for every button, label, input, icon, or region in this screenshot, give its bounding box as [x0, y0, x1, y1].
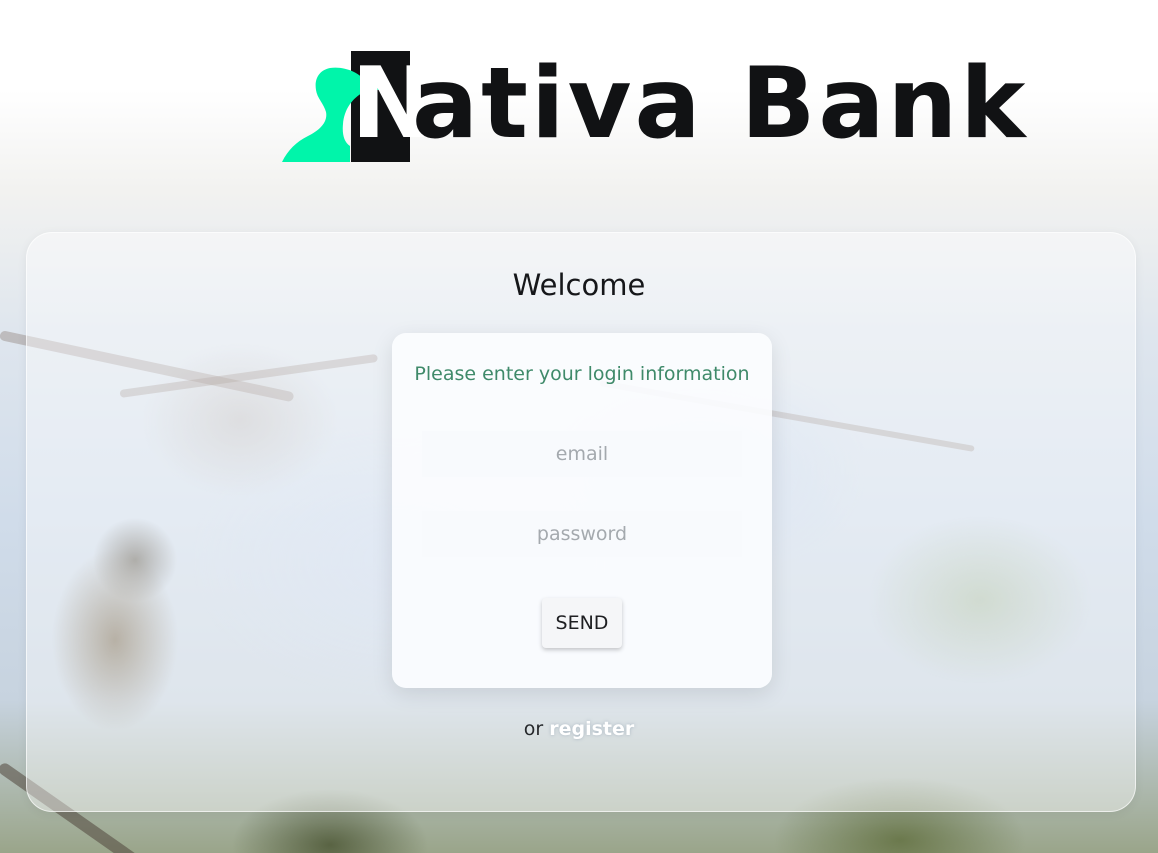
email-field[interactable] — [422, 431, 742, 477]
login-instructions: Please enter your login information — [414, 363, 750, 385]
page-title: Welcome — [512, 268, 646, 302]
login-form-card: Please enter your login information SEND — [392, 333, 772, 688]
or-text: or — [523, 718, 544, 740]
register-link[interactable]: register — [549, 718, 634, 740]
password-field[interactable] — [422, 511, 742, 557]
logo-wordmark: ativa Bank — [412, 47, 1029, 161]
nativa-bank-logo: N ativa Bank — [282, 50, 1025, 165]
send-button[interactable]: SEND — [542, 598, 622, 648]
header: N ativa Bank — [0, 0, 1158, 200]
register-prompt: or register — [0, 717, 1158, 741]
